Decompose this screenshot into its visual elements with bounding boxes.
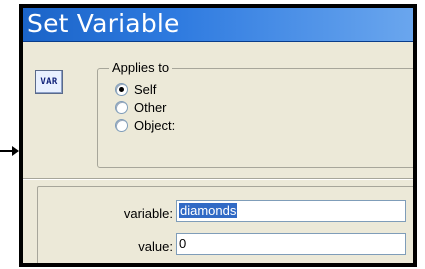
radio-other[interactable]: Other — [115, 100, 167, 115]
value-input[interactable]: 0 — [176, 233, 406, 255]
variable-label: variable: — [123, 206, 173, 221]
dialog-title: Set Variable — [27, 9, 180, 38]
radio-label-other: Other — [134, 100, 167, 115]
section-divider — [23, 178, 413, 180]
radio-self[interactable]: Self — [115, 82, 156, 97]
title-bar[interactable]: Set Variable — [23, 8, 413, 42]
value-label: value: — [138, 239, 173, 254]
var-action-icon: VAR — [35, 70, 63, 94]
var-icon-label: VAR — [40, 77, 58, 87]
variable-input-value: diamonds — [179, 203, 238, 218]
radio-button-self[interactable] — [115, 83, 128, 96]
radio-button-object[interactable] — [115, 119, 128, 132]
radio-label-object: Object: — [134, 118, 176, 133]
value-input-value: 0 — [179, 236, 187, 251]
set-variable-dialog: Set Variable VAR Applies to Self Other O… — [19, 4, 417, 267]
radio-button-other[interactable] — [115, 101, 128, 114]
radio-label-self: Self — [134, 82, 157, 97]
radio-object[interactable]: Object: — [115, 118, 175, 133]
variable-input[interactable]: diamonds — [176, 200, 406, 222]
applies-to-legend: Applies to — [109, 61, 173, 75]
pointer-arrow-icon — [12, 146, 19, 156]
